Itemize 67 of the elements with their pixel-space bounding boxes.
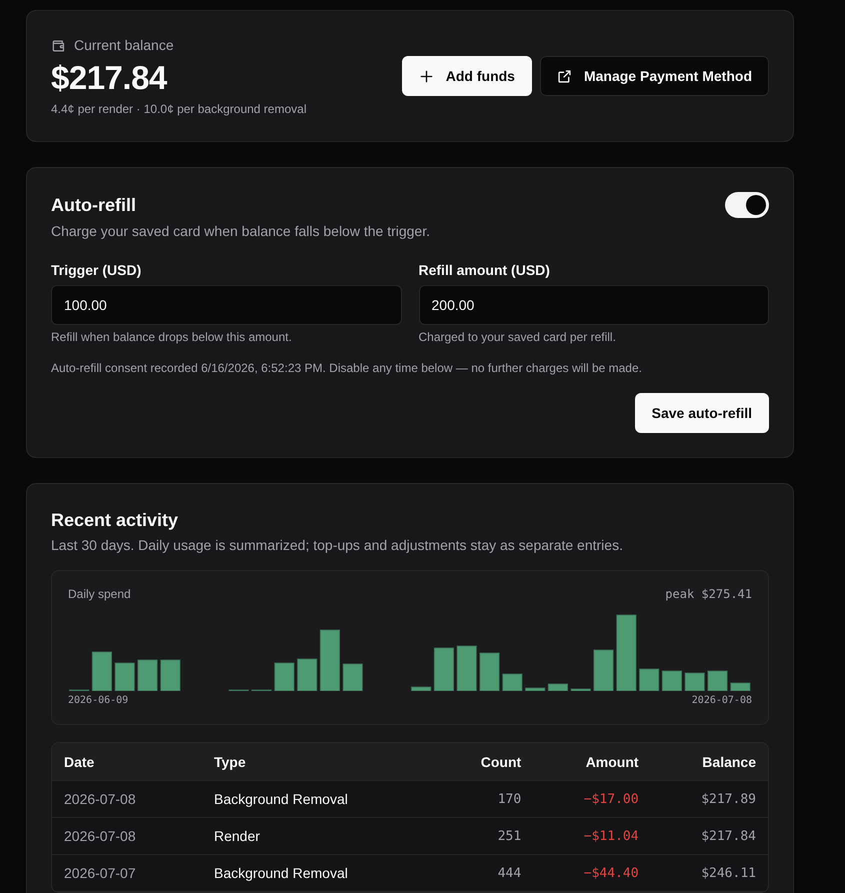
end-date-label: 2026-07-08 [692, 694, 752, 708]
spend-bar [434, 648, 454, 691]
spend-bar [684, 672, 705, 691]
amount-cell: −$11.04 [533, 818, 651, 855]
column-header: Date [52, 743, 202, 781]
field-hint: Charged to your saved card per refill. [418, 329, 617, 345]
count-cell: 444 [437, 855, 534, 892]
count-cell: 170 [437, 781, 534, 818]
column-header: Balance [650, 743, 768, 781]
spend-bar [274, 662, 294, 691]
spend-bar [92, 652, 112, 691]
date-cell: 2026-07-07 [52, 855, 202, 892]
type-cell: Render [202, 818, 438, 855]
date-cell: 2026-07-08 [52, 818, 202, 855]
spend-bar [708, 670, 728, 691]
date-cell: 2026-07-08 [52, 781, 202, 818]
amount-cell: −$44.40 [533, 855, 651, 892]
start-date-label: 2026-06-09 [68, 694, 128, 708]
spend-bar [570, 688, 591, 691]
spend-bar [730, 682, 750, 691]
manage-payment-button[interactable]: Manage Payment Method [540, 56, 769, 96]
balance-amount: $217.84 [51, 58, 168, 98]
chart-title: Daily spend [68, 586, 131, 602]
field-label: Refill amount (USD) [418, 261, 551, 280]
spend-bar [502, 674, 522, 691]
balance-cell: $217.84 [650, 818, 768, 855]
balance-label: Current balance [74, 36, 174, 55]
field-hint: Refill when balance drops below this amount. [51, 329, 293, 345]
column-header: Amount [533, 743, 651, 781]
column-header: Type [202, 743, 438, 781]
wallet-icon [51, 38, 66, 52]
type-cell: Background Removal [202, 855, 438, 892]
field-label: Trigger (USD) [51, 261, 142, 280]
peak-label: peak $275.41 [665, 586, 752, 602]
spend-bar [160, 660, 180, 691]
spend-bar [456, 646, 477, 691]
spend-bar [411, 686, 432, 691]
save-button[interactable]: Save auto-refill [634, 393, 769, 433]
spend-bar [639, 668, 660, 691]
plus-icon [418, 68, 434, 84]
balance-cell: $217.89 [650, 781, 768, 818]
spend-bar [342, 664, 363, 691]
input-field[interactable]: 100.00 [51, 285, 402, 325]
section-description: Last 30 days. Daily usage is summarized; top-ups and adjustments stay as separate entries. [51, 536, 624, 555]
count-cell: 251 [437, 818, 534, 855]
spend-bar [594, 650, 614, 691]
spend-bar [114, 662, 135, 691]
amount-cell: −$17.00 [533, 781, 651, 818]
balance-cell: $246.11 [650, 855, 768, 892]
section-title: Auto-refill [51, 194, 136, 217]
spend-bar [548, 684, 568, 691]
rates-text: 4.4¢ per render · 10.0¢ per background removal [51, 101, 306, 117]
spend-bar [480, 652, 500, 691]
section-title: Recent activity [51, 509, 180, 532]
section-description: Charge your saved card when balance falls below the trigger. [51, 222, 431, 241]
input-field[interactable]: 200.00 [418, 285, 769, 325]
spend-bar [525, 688, 546, 691]
external-link-icon [556, 68, 572, 84]
auto-refill-toggle[interactable] [725, 192, 769, 218]
consent-text: Auto-refill consent recorded 6/16/2026, 6:52:23 PM. Disable any time below — no further charges will be made. [51, 360, 643, 376]
spend-bar [320, 630, 340, 691]
spend-bar [297, 658, 318, 691]
spend-bar [138, 660, 158, 691]
type-cell: Background Removal [202, 781, 438, 818]
add-funds-button[interactable]: Add funds [402, 56, 532, 96]
column-header: Count [437, 743, 534, 781]
spend-bar [662, 670, 682, 691]
